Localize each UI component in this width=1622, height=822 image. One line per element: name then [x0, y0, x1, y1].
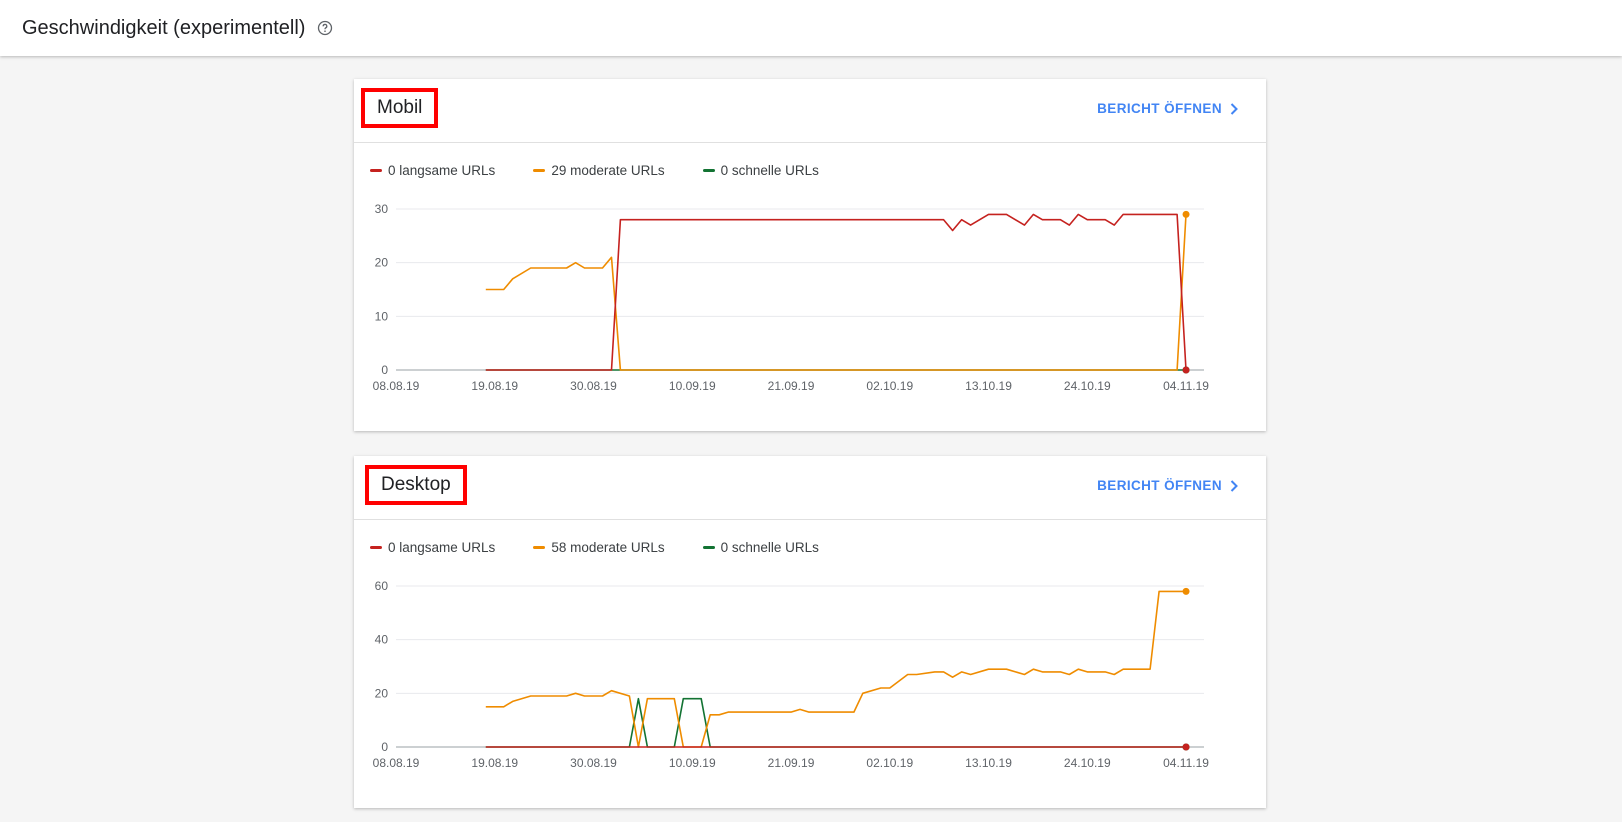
legend-label: 0 langsame URLs	[388, 540, 496, 555]
y-tick-label: 10	[375, 309, 389, 323]
y-tick-label: 20	[375, 256, 389, 270]
x-tick-label: 08.08.19	[373, 379, 420, 393]
page-title: Geschwindigkeit (experimentell)	[22, 16, 306, 39]
x-tick-label: 24.10.19	[1064, 756, 1111, 770]
top-bar: Geschwindigkeit (experimentell)	[0, 0, 1622, 56]
mobile-speed-chart: 0 10 20 30 08.08.19 19.08.19 30.08.19 10.09.19 2…	[373, 202, 1210, 393]
y-tick-label: 60	[375, 579, 389, 593]
legend-swatch-orange	[533, 169, 546, 172]
x-tick-label: 30.08.19	[570, 756, 617, 770]
card-header: Desktop BERICHT ÖFFNEN	[354, 456, 1266, 520]
x-tick-label: 21.09.19	[768, 756, 815, 770]
x-tick-label: 10.09.19	[669, 756, 716, 770]
y-tick-label: 0	[381, 363, 388, 377]
legend-label: 0 schnelle URLs	[720, 540, 819, 555]
legend-label: 0 langsame URLs	[388, 163, 496, 178]
open-report-label: BERICHT ÖFFNEN	[1097, 478, 1222, 493]
x-tick-label: 19.08.19	[471, 379, 518, 393]
x-tick-label: 02.10.19	[866, 379, 913, 393]
legend-swatch-red	[370, 169, 382, 172]
series-line-fast	[485, 697, 1186, 748]
card-title: Mobil	[361, 88, 439, 128]
x-tick-label: 08.08.19	[373, 756, 420, 770]
card-header: Mobil BERICHT ÖFFNEN	[354, 79, 1266, 143]
legend-item-moderate[interactable]: 58 moderate URLs	[533, 540, 665, 555]
mobile-speed-card: Mobil BERICHT ÖFFNEN 0 langsame URLs 29 …	[354, 79, 1266, 431]
series-line-moderate	[485, 214, 1187, 371]
x-tick-label: 04.11.19	[1163, 379, 1209, 393]
legend-swatch-orange	[533, 546, 546, 549]
legend-swatch-green	[702, 169, 715, 172]
legend-label: 58 moderate URLs	[551, 540, 665, 555]
x-tick-label: 30.08.19	[570, 379, 617, 393]
y-tick-label: 0	[381, 740, 388, 754]
chart-legend: 0 langsame URLs 58 moderate URLs 0 schne…	[370, 540, 819, 555]
series-end-point	[1182, 587, 1190, 595]
y-tick-label: 40	[375, 633, 389, 647]
legend-item-fast[interactable]: 0 schnelle URLs	[702, 163, 819, 178]
x-tick-label: 21.09.19	[768, 379, 815, 393]
card-title: Desktop	[365, 465, 467, 505]
series-line-slow	[485, 213, 1187, 371]
x-tick-label: 10.09.19	[669, 379, 716, 393]
y-tick-label: 30	[375, 202, 389, 216]
legend-item-fast[interactable]: 0 schnelle URLs	[702, 540, 819, 555]
help-circle-icon[interactable]	[317, 20, 333, 36]
series-line-moderate	[485, 590, 1186, 748]
y-tick-label: 20	[375, 686, 389, 700]
x-tick-label: 02.10.19	[866, 756, 913, 770]
chevron-right-icon	[1230, 102, 1238, 115]
x-tick-label: 13.10.19	[965, 756, 1012, 770]
desktop-speed-chart: 0 20 40 60 08.08.19 19.08.19 30.08.19 10.09.19 2…	[373, 579, 1210, 770]
open-report-link[interactable]: BERICHT ÖFFNEN	[1097, 101, 1238, 116]
series-end-point	[1182, 366, 1190, 374]
legend-label: 29 moderate URLs	[551, 163, 665, 178]
open-report-link[interactable]: BERICHT ÖFFNEN	[1097, 478, 1238, 493]
x-tick-label: 24.10.19	[1064, 379, 1111, 393]
open-report-label: BERICHT ÖFFNEN	[1097, 101, 1222, 116]
series-end-point	[1182, 210, 1190, 218]
series-end-point	[1182, 743, 1190, 751]
chart-legend: 0 langsame URLs 29 moderate URLs 0 schne…	[370, 163, 819, 178]
x-tick-label: 13.10.19	[965, 379, 1012, 393]
x-tick-label: 04.11.19	[1163, 756, 1209, 770]
desktop-speed-card: Desktop BERICHT ÖFFNEN 0 langsame URLs 5…	[354, 456, 1266, 808]
legend-item-moderate[interactable]: 29 moderate URLs	[533, 163, 665, 178]
chevron-right-icon	[1230, 479, 1238, 492]
legend-item-slow[interactable]: 0 langsame URLs	[370, 163, 495, 178]
legend-item-slow[interactable]: 0 langsame URLs	[370, 540, 495, 555]
x-tick-label: 19.08.19	[471, 756, 518, 770]
legend-swatch-green	[702, 546, 715, 549]
legend-swatch-red	[370, 546, 382, 549]
legend-label: 0 schnelle URLs	[720, 163, 819, 178]
